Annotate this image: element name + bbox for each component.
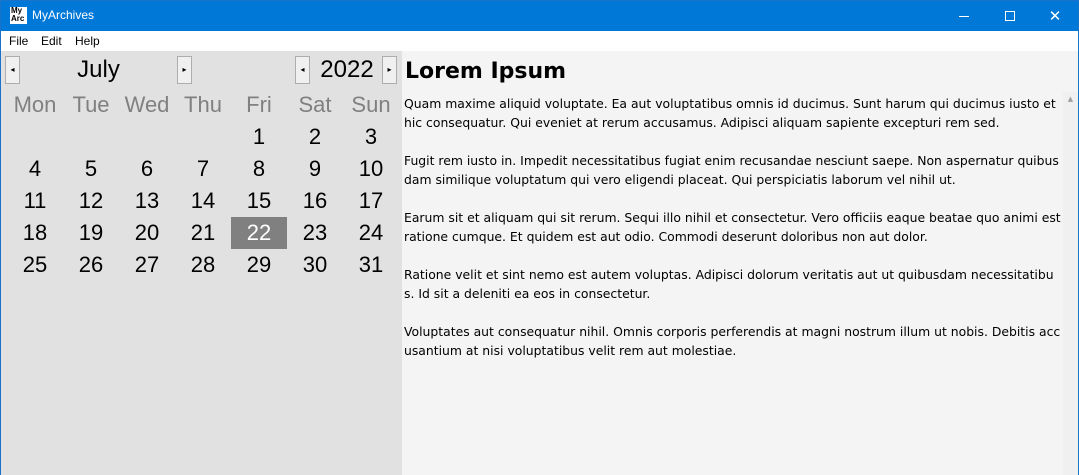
day-cell-selected[interactable]: 22	[231, 217, 287, 249]
minimize-icon	[959, 16, 969, 17]
weekday-header: Fri	[246, 92, 272, 117]
window-title: MyArchives	[32, 8, 95, 22]
day-cell[interactable]: 13	[119, 185, 175, 217]
menu-file[interactable]: File	[9, 34, 28, 48]
arrow-left-icon: ◂	[300, 65, 305, 74]
weekday-header: Mon	[13, 92, 57, 117]
weekday-header: Wed	[124, 92, 170, 117]
day-cell[interactable]: 27	[119, 249, 175, 281]
paragraph: Ratione velit et sint nemo est autem vol…	[404, 267, 1054, 301]
title-bar[interactable]: My Arc MyArchives ✕	[1, 1, 1078, 31]
paragraph: Quam maxime aliquid voluptate. Ea aut vo…	[404, 96, 1056, 130]
day-cell[interactable]: 11	[7, 185, 63, 217]
day-cell[interactable]: 1	[231, 121, 287, 153]
weekday-header: Tue	[72, 92, 110, 117]
maximize-button[interactable]	[987, 1, 1033, 31]
app-icon: My Arc	[10, 7, 27, 24]
paragraph: Earum sit et aliquam qui sit rerum. Sequ…	[404, 210, 1061, 244]
document-panel: Lorem Ipsum Quam maxime aliquid voluptat…	[402, 51, 1078, 475]
day-cell[interactable]: 7	[175, 153, 231, 185]
day-cell[interactable]: 21	[175, 217, 231, 249]
day-cell[interactable]: 6	[119, 153, 175, 185]
arrow-left-icon: ◂	[10, 65, 15, 74]
weekday-header: Thu	[184, 92, 222, 117]
document-body: Quam maxime aliquid voluptate. Ea aut vo…	[404, 94, 1063, 379]
day-cell[interactable]: 24	[343, 217, 399, 249]
minimize-button[interactable]	[941, 1, 987, 31]
vertical-scrollbar[interactable]: ▲	[1063, 92, 1078, 475]
day-cell[interactable]: 30	[287, 249, 343, 281]
scroll-up-icon[interactable]: ▲	[1063, 92, 1078, 107]
day-cell[interactable]: 14	[175, 185, 231, 217]
day-cell[interactable]: 19	[63, 217, 119, 249]
day-cell[interactable]: 28	[175, 249, 231, 281]
day-cell[interactable]: 8	[231, 153, 287, 185]
year-label: 2022	[320, 56, 374, 83]
day-cell[interactable]: 15	[231, 185, 287, 217]
menu-bar: File Edit Help	[1, 31, 1078, 51]
day-cell[interactable]: 5	[63, 153, 119, 185]
day-cell[interactable]: 25	[7, 249, 63, 281]
menu-edit[interactable]: Edit	[41, 34, 62, 48]
paragraph: Fugit rem iusto in. Impedit necessitatib…	[404, 153, 1059, 187]
menu-help[interactable]: Help	[75, 34, 100, 48]
day-cell[interactable]: 18	[7, 217, 63, 249]
day-cell[interactable]: 29	[231, 249, 287, 281]
weekday-header: Sat	[298, 92, 332, 117]
day-cell[interactable]: 20	[119, 217, 175, 249]
next-month-button[interactable]: ▸	[177, 56, 192, 84]
day-cell[interactable]: 16	[287, 185, 343, 217]
day-cell[interactable]: 10	[343, 153, 399, 185]
weekday-header: Sun	[351, 92, 391, 117]
maximize-icon	[1005, 11, 1015, 21]
day-cell[interactable]: 2	[287, 121, 343, 153]
day-cell[interactable]: 26	[63, 249, 119, 281]
day-cell[interactable]: 4	[7, 153, 63, 185]
app-icon-text-bottom: Arc	[11, 14, 25, 23]
month-label: July	[77, 56, 120, 83]
prev-year-button[interactable]: ◂	[295, 56, 310, 84]
document-title: Lorem Ipsum	[405, 59, 567, 84]
paragraph: Voluptates aut consequatur nihil. Omnis …	[404, 324, 1061, 358]
arrow-right-icon: ▸	[387, 65, 392, 74]
prev-month-button[interactable]: ◂	[5, 56, 20, 84]
day-cell[interactable]: 17	[343, 185, 399, 217]
arrow-right-icon: ▸	[182, 65, 187, 74]
close-button[interactable]: ✕	[1032, 1, 1078, 31]
day-cell[interactable]: 3	[343, 121, 399, 153]
close-icon: ✕	[1048, 7, 1062, 25]
next-year-button[interactable]: ▸	[382, 56, 397, 84]
day-cell[interactable]: 23	[287, 217, 343, 249]
day-cell[interactable]: 9	[287, 153, 343, 185]
calendar-panel: ◂ July ▸ ◂ 2022 ▸ Mon Tue Wed Thu Fri Sa…	[1, 51, 402, 475]
day-cell[interactable]: 12	[63, 185, 119, 217]
day-cell[interactable]: 31	[343, 249, 399, 281]
app-window: My Arc MyArchives ✕ File Edit Help ◂ Jul…	[0, 0, 1079, 475]
